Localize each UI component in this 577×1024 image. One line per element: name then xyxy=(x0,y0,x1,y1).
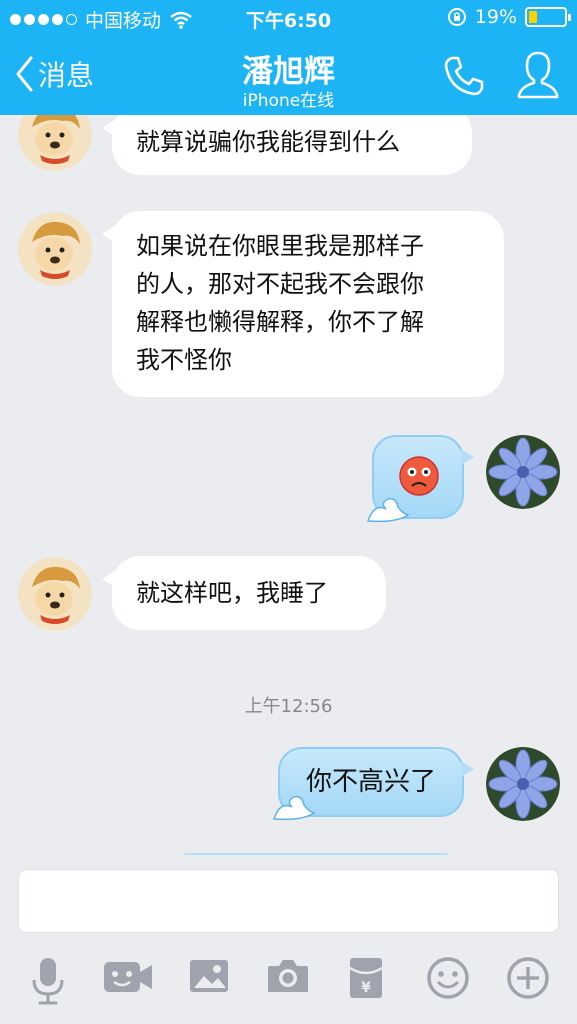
dog-avatar-icon xyxy=(18,557,92,631)
user-avatar[interactable] xyxy=(486,435,560,509)
svg-text:¥: ¥ xyxy=(361,980,371,996)
message-text: 你不高兴了 xyxy=(305,767,436,797)
outgoing-message-bubble[interactable]: 你不高兴了 xyxy=(272,747,474,821)
red-packet-icon[interactable]: ¥ xyxy=(348,956,384,1000)
dog-avatar-icon xyxy=(18,212,92,286)
wave-decoration-icon xyxy=(366,497,410,523)
rotation-lock-icon xyxy=(447,8,466,26)
microphone-icon[interactable] xyxy=(30,956,66,1006)
input-toolbar: ¥ xyxy=(0,950,577,1010)
profile-icon[interactable] xyxy=(516,50,560,100)
sad-face-emoji-icon xyxy=(399,456,439,496)
emoji-icon[interactable] xyxy=(426,956,470,1000)
header: 中国移动 下午6:50 19% 消息 潘旭辉 iPhone在线 xyxy=(0,0,577,115)
phone-icon[interactable] xyxy=(442,54,486,98)
nav-bar: 消息 潘旭辉 iPhone在线 xyxy=(0,38,577,115)
image-icon[interactable] xyxy=(188,956,230,996)
camera-icon[interactable] xyxy=(266,956,310,996)
flower-avatar-icon xyxy=(486,747,560,821)
message-text: 就这样吧，我睡了 xyxy=(136,579,328,607)
message-line: 如果说在你眼里我是那样子 xyxy=(136,232,424,260)
message-text: 就算说骗你我能得到什么 xyxy=(136,128,400,156)
message-bubble[interactable]: 就这样吧，我睡了 xyxy=(102,556,386,630)
flower-avatar-icon xyxy=(486,435,560,509)
user-avatar[interactable] xyxy=(486,747,560,821)
partial-message-bubble xyxy=(178,853,454,855)
emoji-message-bubble[interactable] xyxy=(366,435,474,523)
message-line: 我不怪你 xyxy=(136,346,232,374)
contact-avatar[interactable] xyxy=(18,557,92,631)
message-bubble[interactable]: 就算说骗你我能得到什么 xyxy=(102,115,472,175)
message-line: 的人，那对不起我不会跟你 xyxy=(136,270,424,298)
battery-percent: 19% xyxy=(474,6,517,28)
wave-decoration-icon xyxy=(272,795,316,821)
contact-status: iPhone在线 xyxy=(242,91,335,111)
chat-area[interactable]: 就算说骗你我能得到什么 如果说在你眼里我是那样子 的人，那对不起我不会跟你 解释… xyxy=(0,115,577,855)
plus-icon[interactable] xyxy=(506,956,550,1000)
battery-icon xyxy=(525,7,571,27)
dog-avatar-icon xyxy=(18,115,92,171)
message-input[interactable] xyxy=(18,869,559,933)
video-call-icon[interactable] xyxy=(102,956,154,996)
contact-name: 潘旭辉 xyxy=(242,54,335,90)
battery-area: 19% xyxy=(447,6,571,28)
message-line: 解释也懒得解释，你不了解 xyxy=(136,308,424,336)
contact-avatar[interactable] xyxy=(18,212,92,286)
message-bubble[interactable]: 如果说在你眼里我是那样子 的人，那对不起我不会跟你 解释也懒得解释，你不了解 我… xyxy=(102,211,504,397)
message-timestamp: 上午12:56 xyxy=(244,696,333,717)
contact-avatar[interactable] xyxy=(18,115,92,171)
status-bar: 中国移动 下午6:50 19% xyxy=(0,0,577,36)
